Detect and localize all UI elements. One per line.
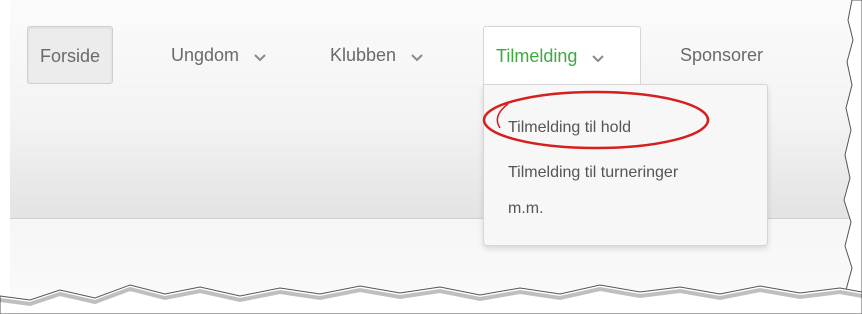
torn-paper-frame: Forside Ungdom Klubben Tilmelding Sponso… xyxy=(0,0,862,314)
torn-edge-overlay xyxy=(0,0,862,314)
